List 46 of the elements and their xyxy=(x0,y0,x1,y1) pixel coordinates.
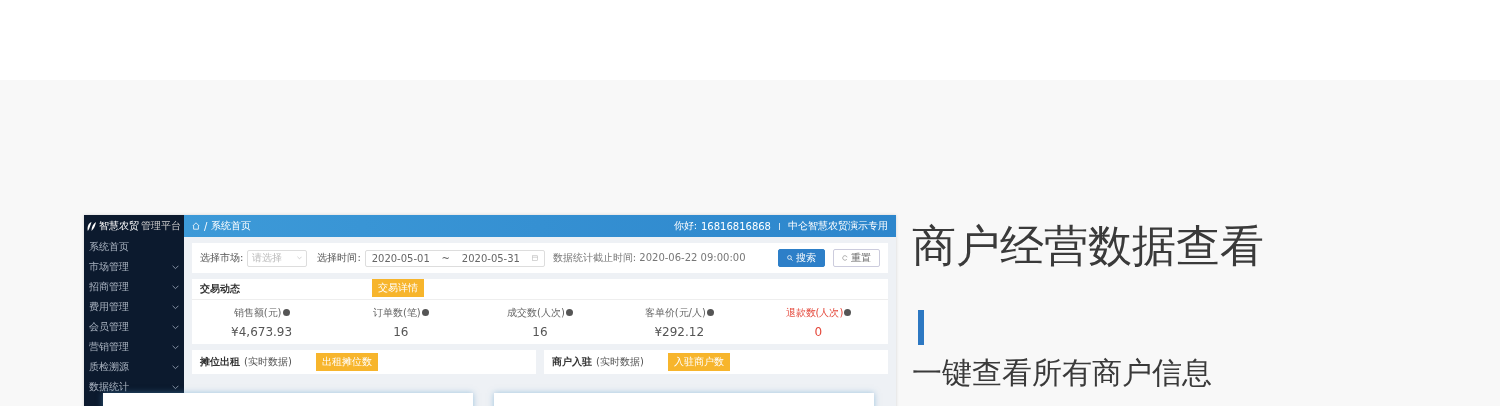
calendar-icon xyxy=(531,255,538,261)
leaf-logo-icon xyxy=(86,220,97,232)
panel-note: (实时数据) xyxy=(596,355,644,369)
user-phone: 16816816868 xyxy=(701,220,771,232)
breadcrumb-separator: / xyxy=(204,220,208,232)
metric-label: 订单数(笔) xyxy=(372,305,421,320)
panel-title: 摊位出租 xyxy=(200,355,240,369)
metric-value: ¥292.12 xyxy=(654,324,704,339)
reset-button[interactable]: 重置 xyxy=(833,249,880,267)
time-label: 选择时间: xyxy=(317,251,361,265)
sidebar-item[interactable]: 会员管理 xyxy=(84,317,184,337)
home-icon[interactable] xyxy=(192,222,200,230)
section-title: 交易动态 xyxy=(200,282,240,296)
metric-value: 16 xyxy=(532,324,548,339)
feature-subtitle: 一键查看所有商户信息 xyxy=(912,354,1213,392)
date-range-field[interactable]: 2020-05-01 ~ 2020-05-31 xyxy=(364,249,545,267)
data-cutoff-time: 数据统计截止时间: 2020-06-22 09:00:00 xyxy=(552,251,746,265)
brand-subtitle: 管理平台 xyxy=(141,219,181,233)
search-icon xyxy=(787,255,793,261)
account-name[interactable]: 中仑智慧农贸演示专用 xyxy=(788,219,888,233)
sidebar-item[interactable]: 市场管理 xyxy=(84,257,184,277)
callout-tag: 出租摊位数 xyxy=(315,353,378,371)
refresh-icon xyxy=(842,255,848,261)
sidebar-item[interactable]: 费用管理 xyxy=(84,297,184,317)
brand-name: 智慧农贸 xyxy=(99,219,139,233)
greeting-text: 你好: xyxy=(673,219,697,233)
metric-label: 销售额(元) xyxy=(233,305,282,320)
sidebar-item[interactable]: 系统首页 xyxy=(84,237,184,257)
sidebar-item[interactable]: 数据统计 xyxy=(84,377,184,397)
sidebar-item[interactable]: 招商管理 xyxy=(84,277,184,297)
callout-tag: 入驻商户数 xyxy=(667,353,730,371)
metric-label: 退款数(人次) xyxy=(785,305,844,320)
metric-value: 16 xyxy=(393,324,409,339)
sidebar-item[interactable]: 营销管理 xyxy=(84,337,184,357)
accent-bar xyxy=(918,310,924,345)
callout-tag: 交易详情 xyxy=(372,279,424,297)
metric-label: 成交数(人次) xyxy=(507,305,565,320)
feature-title: 商户经营数据查看 xyxy=(912,219,1264,273)
metric-label: 客单价(元/人) xyxy=(644,305,706,320)
sidebar-item[interactable]: 质检溯源 xyxy=(84,357,184,377)
panel-title: 商户入驻 xyxy=(552,355,592,369)
market-label: 选择市场: xyxy=(200,251,244,265)
metric-value: 0 xyxy=(814,324,823,339)
search-button[interactable]: 搜索 xyxy=(778,249,825,267)
metric-value: ¥4,673.93 xyxy=(231,324,293,339)
panel-note: (实时数据) xyxy=(244,355,292,369)
